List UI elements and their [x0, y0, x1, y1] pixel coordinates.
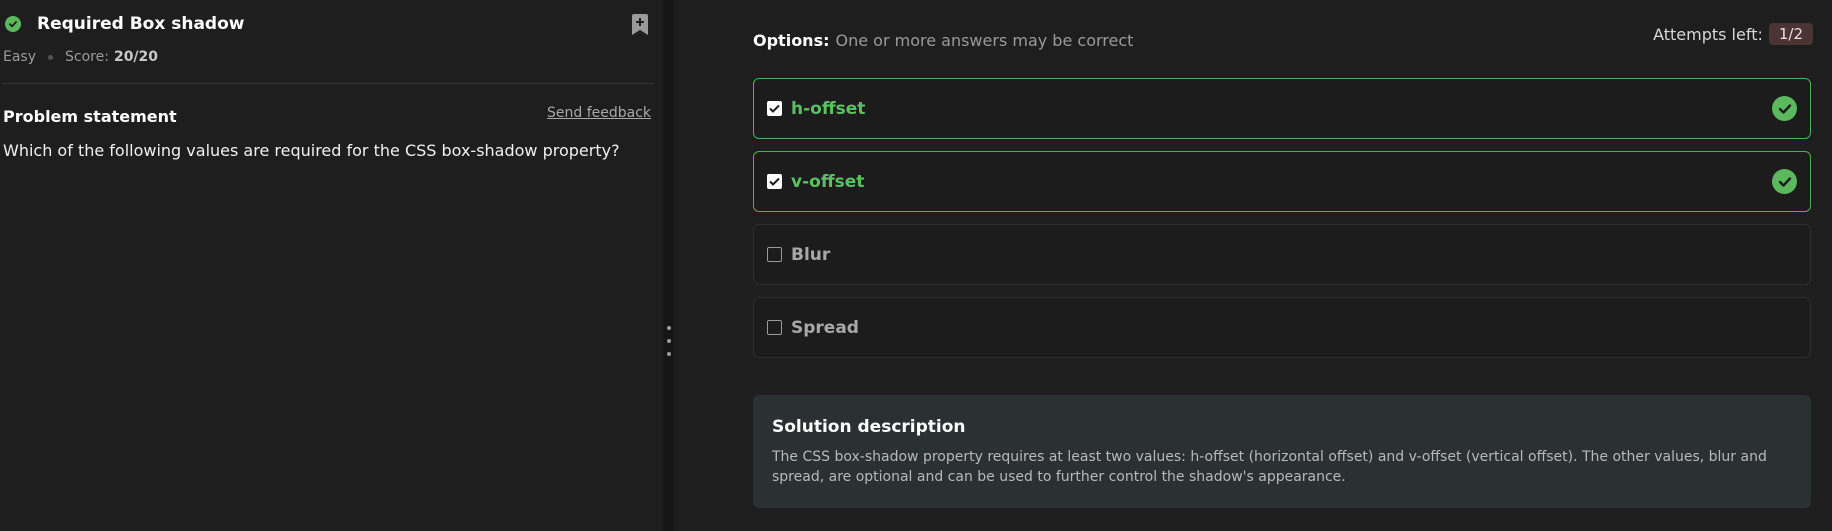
- checkbox-unchecked[interactable]: [767, 247, 782, 262]
- difficulty-label: Easy: [3, 49, 37, 65]
- solution-panel: Solution description The CSS box-shadow …: [753, 395, 1811, 508]
- options-panel: Options: One or more answers may be corre…: [674, 0, 1832, 531]
- option-v-offset[interactable]: v-offset: [753, 151, 1811, 212]
- problem-panel: Required Box shadow Easy Score: 20/20 Pr…: [0, 0, 663, 531]
- panel-resize-handle[interactable]: [663, 0, 674, 531]
- option-label: v-offset: [791, 171, 865, 192]
- options-heading: Options: One or more answers may be corre…: [753, 31, 1133, 50]
- meta-separator: [48, 54, 54, 60]
- option-label: Spread: [791, 317, 859, 338]
- solution-text: The CSS box-shadow property requires at …: [772, 449, 1767, 485]
- checkbox-unchecked[interactable]: [767, 320, 782, 335]
- drag-handle-icon: [667, 326, 671, 330]
- option-label: Blur: [791, 244, 831, 265]
- checkbox-checked[interactable]: [767, 174, 782, 189]
- score-label: Score:: [65, 49, 109, 65]
- divider-line: [3, 83, 653, 84]
- attempts-badge: 1/2: [1768, 23, 1813, 45]
- problem-title: Required Box shadow: [37, 14, 245, 34]
- check-circle-icon: [1772, 96, 1797, 121]
- drag-handle-icon: [667, 339, 671, 343]
- options-hint: One or more answers may be correct: [835, 31, 1134, 50]
- attempts-indicator: Attempts left: 1/2: [1653, 23, 1813, 45]
- option-blur[interactable]: Blur: [753, 224, 1811, 285]
- check-circle-icon: [5, 16, 21, 32]
- problem-statement-heading: Problem statement: [3, 107, 177, 126]
- attempts-label: Attempts left:: [1653, 24, 1763, 44]
- problem-meta: Easy Score: 20/20: [3, 49, 158, 65]
- problem-title-row: Required Box shadow: [5, 14, 245, 34]
- solution-heading: Solution description: [772, 417, 966, 437]
- option-label: h-offset: [791, 98, 866, 119]
- option-spread[interactable]: Spread: [753, 297, 1811, 358]
- checkbox-checked[interactable]: [767, 101, 782, 116]
- problem-question: Which of the following values are requir…: [3, 141, 620, 160]
- score-value: 20/20: [113, 49, 159, 65]
- option-h-offset[interactable]: h-offset: [753, 78, 1811, 139]
- bookmark-add-icon[interactable]: [631, 14, 649, 36]
- send-feedback-link[interactable]: Send feedback: [547, 105, 651, 121]
- check-circle-icon: [1772, 169, 1797, 194]
- drag-handle-icon: [667, 352, 671, 356]
- options-label: Options:: [753, 31, 830, 50]
